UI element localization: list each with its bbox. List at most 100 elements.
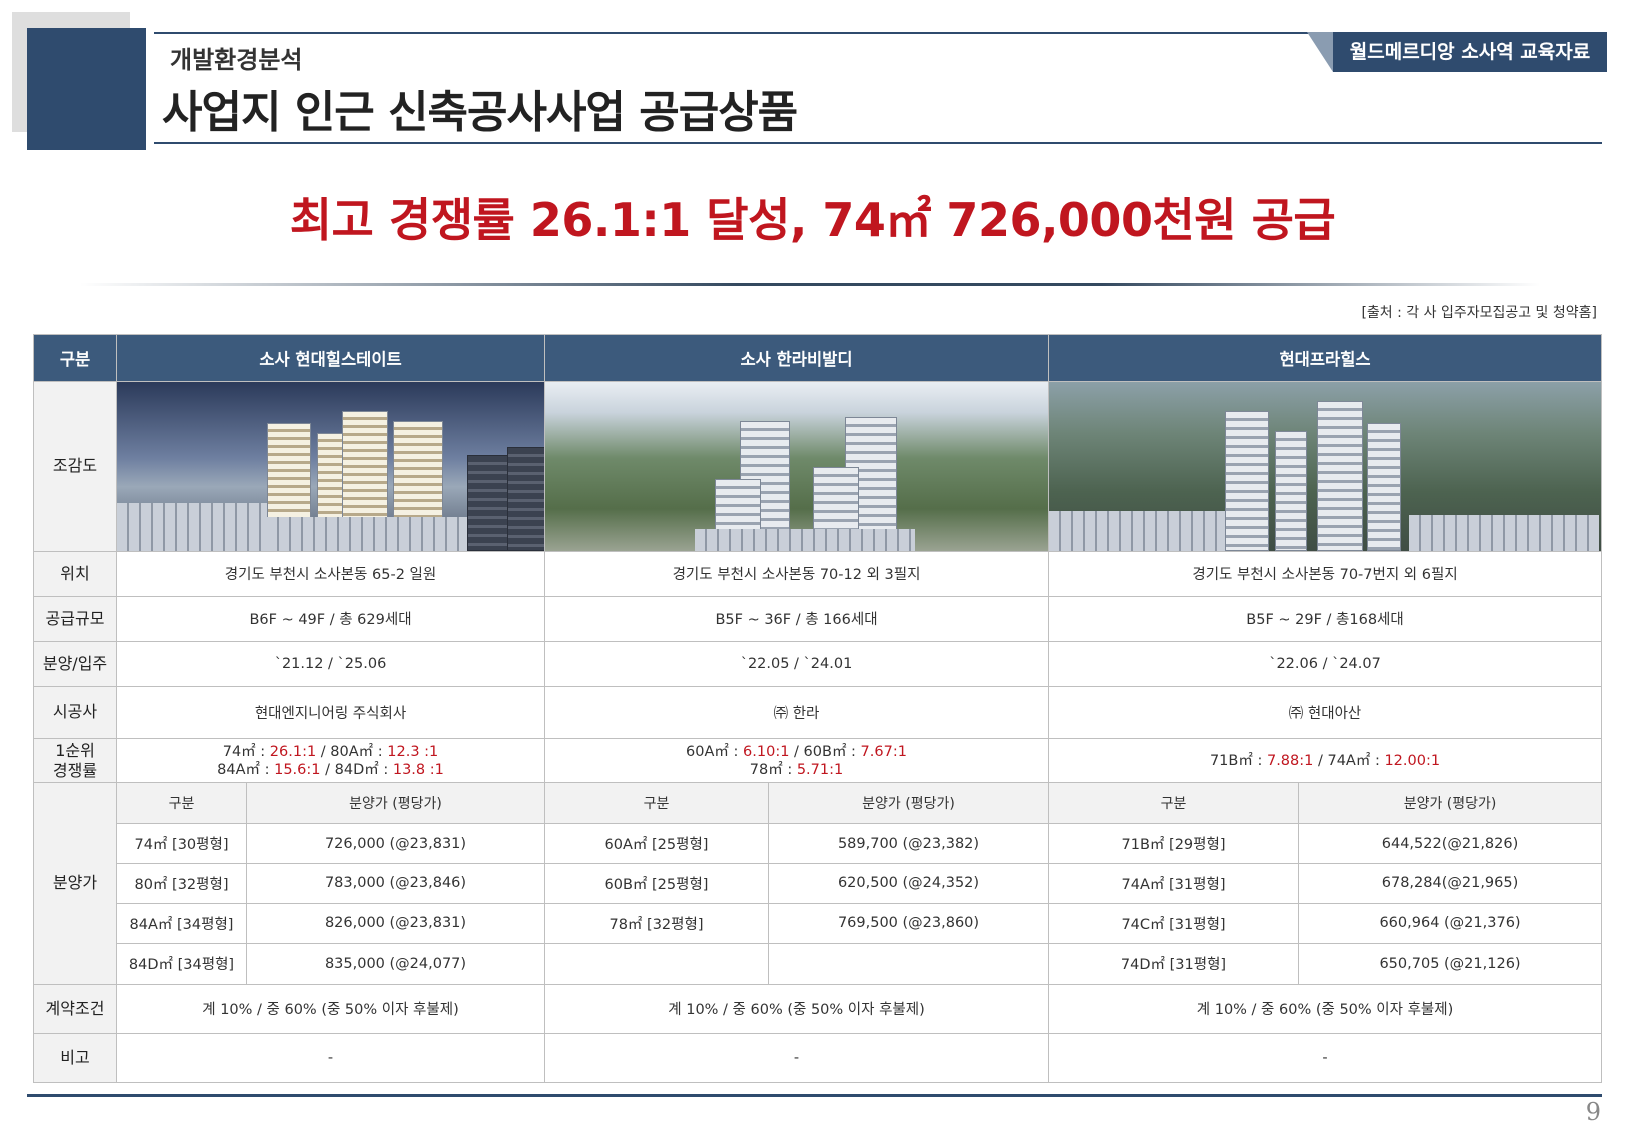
competition-3: 71B㎡ : 7.88:1 / 74A㎡ : 12.00:1 — [1048, 738, 1603, 784]
competition-type: / 60B㎡ : — [789, 743, 861, 760]
section-subtitle: 개발환경분석 — [170, 46, 303, 74]
contract-3: 계 10% / 중 60% (중 50% 이자 후불제) — [1048, 983, 1603, 1034]
price-type: 84D㎡ [34평형] — [116, 942, 247, 985]
competition-1-line-2: 84A㎡ : 15.6:1 / 84D㎡ : 13.8 :1 — [121, 761, 540, 779]
contract-2: 계 10% / 중 60% (중 50% 이자 후불제) — [543, 983, 1050, 1034]
competition-type: / 80A㎡ : — [316, 743, 388, 760]
builder-2: ㈜ 한라 — [543, 685, 1050, 740]
price-value: 726,000 (@23,831) — [246, 823, 545, 864]
page-number: 9 — [1585, 1098, 1601, 1125]
row-label-schedule: 분양/입주 — [33, 640, 117, 687]
price-type: 84A㎡ [34평형] — [116, 902, 247, 944]
row-label-render: 조감도 — [33, 381, 117, 552]
row-label-price: 분양가 — [33, 782, 117, 985]
row-label-scale: 공급규모 — [33, 595, 117, 642]
header-badge: 월드메르디앙 소사역 교육자료 — [1307, 32, 1607, 72]
competition-2-line-1: 60A㎡ : 6.10:1 / 60B㎡ : 7.67:1 — [549, 743, 1044, 761]
competition-row: 1순위 경쟁률 74㎡ : 26.1:1 / 80A㎡ : 12.3 :1 84… — [33, 738, 1603, 784]
price-type: 71B㎡ [29평형] — [1048, 823, 1300, 864]
competition-rate: 13.8 :1 — [392, 761, 444, 778]
competition-rate: 6.10:1 — [743, 743, 790, 760]
competition-label-line-1: 1순위 — [55, 740, 95, 760]
competition-rate: 7.67:1 — [860, 743, 907, 760]
row-label-builder: 시공사 — [33, 685, 117, 740]
competition-label-line-2: 경쟁률 — [52, 760, 98, 780]
header-badge-text: 월드메르디앙 소사역 교육자료 — [1333, 32, 1607, 72]
price-type: 74C㎡ [31평형] — [1048, 902, 1300, 944]
competition-type: 78㎡ : — [749, 761, 797, 778]
price-row: 80㎡ [32평형] 783,000 (@23,846) 60B㎡ [25평형]… — [34, 862, 1603, 904]
location-1: 경기도 부천시 소사본동 65-2 일원 — [116, 550, 545, 597]
price-value — [767, 942, 1050, 985]
competition-type: / 74A㎡ : — [1313, 752, 1385, 769]
render-row: 조감도 — [33, 381, 1603, 552]
competition-type: 60A㎡ : — [686, 743, 744, 760]
schedule-row: 분양/입주 `21.12 / `25.06 `22.05 / `24.01 `2… — [33, 640, 1603, 687]
price-type: 74A㎡ [31평형] — [1048, 862, 1300, 904]
schedule-2: `22.05 / `24.01 — [543, 640, 1050, 687]
note-3: - — [1048, 1032, 1603, 1084]
schedule-3: `22.06 / `24.07 — [1048, 640, 1603, 687]
price-type: 60A㎡ [25평형] — [544, 823, 769, 864]
competition-type: 71B㎡ : — [1209, 752, 1267, 769]
price-row: 84A㎡ [34평형] 826,000 (@23,831) 78㎡ [32평형]… — [34, 902, 1603, 944]
builder-3: ㈜ 현대아산 — [1048, 685, 1603, 740]
header-decor-navy — [27, 28, 146, 150]
price-value: 678,284(@21,965) — [1298, 862, 1603, 904]
row-label-contract: 계약조건 — [33, 983, 117, 1034]
row-label-location: 위치 — [33, 550, 117, 597]
competition-type: / 84D㎡ : — [320, 761, 393, 778]
source-note: [출처 : 각 사 입주자모집공고 및 청약홈] — [1361, 305, 1597, 321]
table-header-row: 구분 소사 현대힐스테이트 소사 한라비발디 현대프라힐스 — [33, 333, 1603, 383]
supply-table: 구분 소사 현대힐스테이트 소사 한라비발디 현대프라힐스 조감도 위치 경기도… — [33, 333, 1603, 1084]
price-row: 84D㎡ [34평형] 835,000 (@24,077) 74D㎡ [31평형… — [34, 942, 1603, 985]
price-value: 589,700 (@23,382) — [767, 823, 1050, 864]
builder-1: 현대엔지니어링 주식회사 — [116, 685, 545, 740]
builder-row: 시공사 현대엔지니어링 주식회사 ㈜ 한라 ㈜ 현대아산 — [33, 685, 1603, 740]
price-type: 74D㎡ [31평형] — [1048, 942, 1300, 985]
header-project-2: 소사 한라비발디 — [543, 333, 1050, 383]
scale-row: 공급규모 B6F ~ 49F / 총 629세대 B5F ~ 36F / 총 1… — [33, 595, 1603, 642]
price-value: 620,500 (@24,352) — [767, 862, 1050, 904]
competition-rate: 5.71:1 — [796, 761, 844, 778]
location-3: 경기도 부천시 소사본동 70-7번지 외 6필지 — [1048, 550, 1603, 597]
headline-divider — [80, 283, 1540, 286]
price-type-header-2: 구분 — [544, 782, 769, 825]
header-project-1: 소사 현대힐스테이트 — [116, 333, 545, 383]
note-row: 비고 - - - — [33, 1032, 1603, 1084]
competition-rate: 26.1:1 — [269, 743, 317, 760]
competition-rate: 15.6:1 — [274, 761, 321, 778]
scale-2: B5F ~ 36F / 총 166세대 — [543, 595, 1050, 642]
render-image-1 — [116, 381, 545, 552]
competition-rate: 12.3 :1 — [387, 743, 439, 760]
competition-type: 74㎡ : — [222, 743, 270, 760]
render-image-2 — [543, 381, 1050, 552]
price-value: 835,000 (@24,077) — [246, 942, 545, 985]
note-2: - — [543, 1032, 1050, 1084]
competition-rate: 7.88:1 — [1266, 752, 1314, 769]
price-value-header-2: 분양가 (평당가) — [767, 782, 1050, 825]
location-2: 경기도 부천시 소사본동 70-12 외 3필지 — [543, 550, 1050, 597]
location-row: 위치 경기도 부천시 소사본동 65-2 일원 경기도 부천시 소사본동 70-… — [33, 550, 1603, 597]
contract-row: 계약조건 계 10% / 중 60% (중 50% 이자 후불제) 계 10% … — [33, 983, 1603, 1034]
price-value: 660,964 (@21,376) — [1298, 902, 1603, 944]
price-type: 78㎡ [32평형] — [544, 902, 769, 944]
competition-type: 84A㎡ : — [217, 761, 275, 778]
price-value: 826,000 (@23,831) — [246, 902, 545, 944]
price-value-header-1: 분양가 (평당가) — [246, 782, 545, 825]
price-row: 74㎡ [30평형] 726,000 (@23,831) 60A㎡ [25평형]… — [34, 823, 1603, 864]
scale-1: B6F ~ 49F / 총 629세대 — [116, 595, 545, 642]
note-1: - — [116, 1032, 545, 1084]
price-value: 769,500 (@23,860) — [767, 902, 1050, 944]
price-type: 80㎡ [32평형] — [116, 862, 247, 904]
competition-1-line-1: 74㎡ : 26.1:1 / 80A㎡ : 12.3 :1 — [121, 743, 540, 761]
headline: 최고 경쟁률 26.1:1 달성, 74㎡ 726,000천원 공급 — [289, 193, 1336, 247]
header-category: 구분 — [33, 333, 117, 383]
price-type-header-1: 구분 — [116, 782, 247, 825]
competition-2: 60A㎡ : 6.10:1 / 60B㎡ : 7.67:1 78㎡ : 5.71… — [543, 738, 1050, 784]
price-type — [544, 942, 769, 985]
row-label-competition: 1순위 경쟁률 — [33, 738, 117, 784]
price-type: 60B㎡ [25평형] — [544, 862, 769, 904]
render-image-3 — [1048, 381, 1603, 552]
scale-3: B5F ~ 29F / 총168세대 — [1048, 595, 1603, 642]
